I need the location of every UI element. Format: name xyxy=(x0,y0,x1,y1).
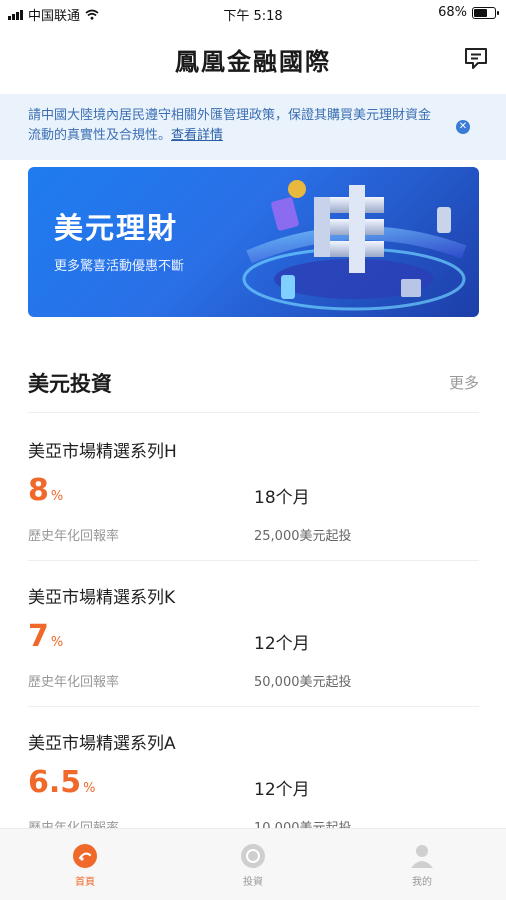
product-rate: 8% xyxy=(28,473,63,508)
section-title: 美元投資 xyxy=(28,372,112,396)
divider xyxy=(28,706,479,707)
tab-label: 我的 xyxy=(412,877,432,888)
product-term: 12个月 xyxy=(254,634,310,654)
tab-profile[interactable]: 我的 xyxy=(382,843,462,888)
battery-fill xyxy=(474,8,487,17)
banner-illustration xyxy=(242,180,467,311)
status-right: 68% xyxy=(438,5,499,20)
banner-title: 美元理財 xyxy=(54,211,179,245)
product-term: 12个月 xyxy=(254,780,310,800)
rate-value: 8 xyxy=(28,473,49,508)
product-name: 美亞市場精選系列A xyxy=(28,734,176,754)
rate-unit: % xyxy=(50,635,64,650)
status-bar: 中国联通 下午 5:18 68% xyxy=(0,0,506,26)
rate-value: 7 xyxy=(28,619,49,654)
navigation-bar: 鳳凰金融國際 xyxy=(0,30,506,86)
product-rate: 6.5% xyxy=(28,765,96,800)
product-name: 美亞市場精選系列H xyxy=(28,442,177,462)
user-icon xyxy=(411,845,433,868)
more-link[interactable]: 更多 xyxy=(449,372,479,393)
tab-bar: 首頁 投資 我的 xyxy=(0,828,506,900)
promo-banner[interactable]: 美元理財 更多驚喜活動優惠不斷 xyxy=(28,167,479,317)
tab-label: 首頁 xyxy=(75,877,95,888)
product-rate: 7% xyxy=(28,619,63,654)
banner-subtitle: 更多驚喜活動優惠不斷 xyxy=(54,259,185,274)
rate-value: 6.5 xyxy=(28,765,82,800)
notice-message: 請中國大陸境內居民遵守相關外匯管理政策，保證其購買美元理財資金流動的真實性及合規… xyxy=(28,108,432,143)
close-icon[interactable]: ✕ xyxy=(456,120,470,134)
notice-details-link[interactable]: 查看詳情 xyxy=(171,128,223,143)
battery-percent: 68% xyxy=(438,5,467,20)
compliance-notice: 請中國大陸境內居民遵守相關外匯管理政策，保證其購買美元理財資金流動的真實性及合規… xyxy=(0,94,506,160)
minimum-investment: 25,000美元起投 xyxy=(254,529,352,544)
notice-text: 請中國大陸境內居民遵守相關外匯管理政策，保證其購買美元理財資金流動的真實性及合規… xyxy=(28,106,440,146)
battery-icon xyxy=(472,6,499,19)
tab-label: 投資 xyxy=(243,877,263,888)
minimum-investment: 50,000美元起投 xyxy=(254,675,352,690)
section-header: 美元投資 更多 xyxy=(28,364,479,404)
home-icon xyxy=(73,844,97,868)
tab-home[interactable]: 首頁 xyxy=(45,843,125,888)
rate-label: 歷史年化回報率 xyxy=(28,675,120,690)
rate-unit: % xyxy=(50,489,64,504)
product-card[interactable]: 美亞市場精選系列H 8% 18个月 歷史年化回報率 25,000美元起投 xyxy=(28,437,479,577)
product-card[interactable]: 美亞市場精選系列K 7% 12个月 歷史年化回報率 50,000美元起投 xyxy=(28,583,479,723)
message-icon[interactable] xyxy=(462,44,490,72)
status-time: 下午 5:18 xyxy=(223,9,283,24)
divider xyxy=(28,412,479,413)
product-term: 18个月 xyxy=(254,488,310,508)
rate-label: 歷史年化回報率 xyxy=(28,529,120,544)
rate-unit: % xyxy=(83,781,96,796)
product-name: 美亞市場精選系列K xyxy=(28,588,176,608)
invest-icon xyxy=(241,844,265,868)
page-title: 鳳凰金融國際 xyxy=(175,48,331,76)
divider xyxy=(28,560,479,561)
tab-invest[interactable]: 投資 xyxy=(213,843,293,888)
